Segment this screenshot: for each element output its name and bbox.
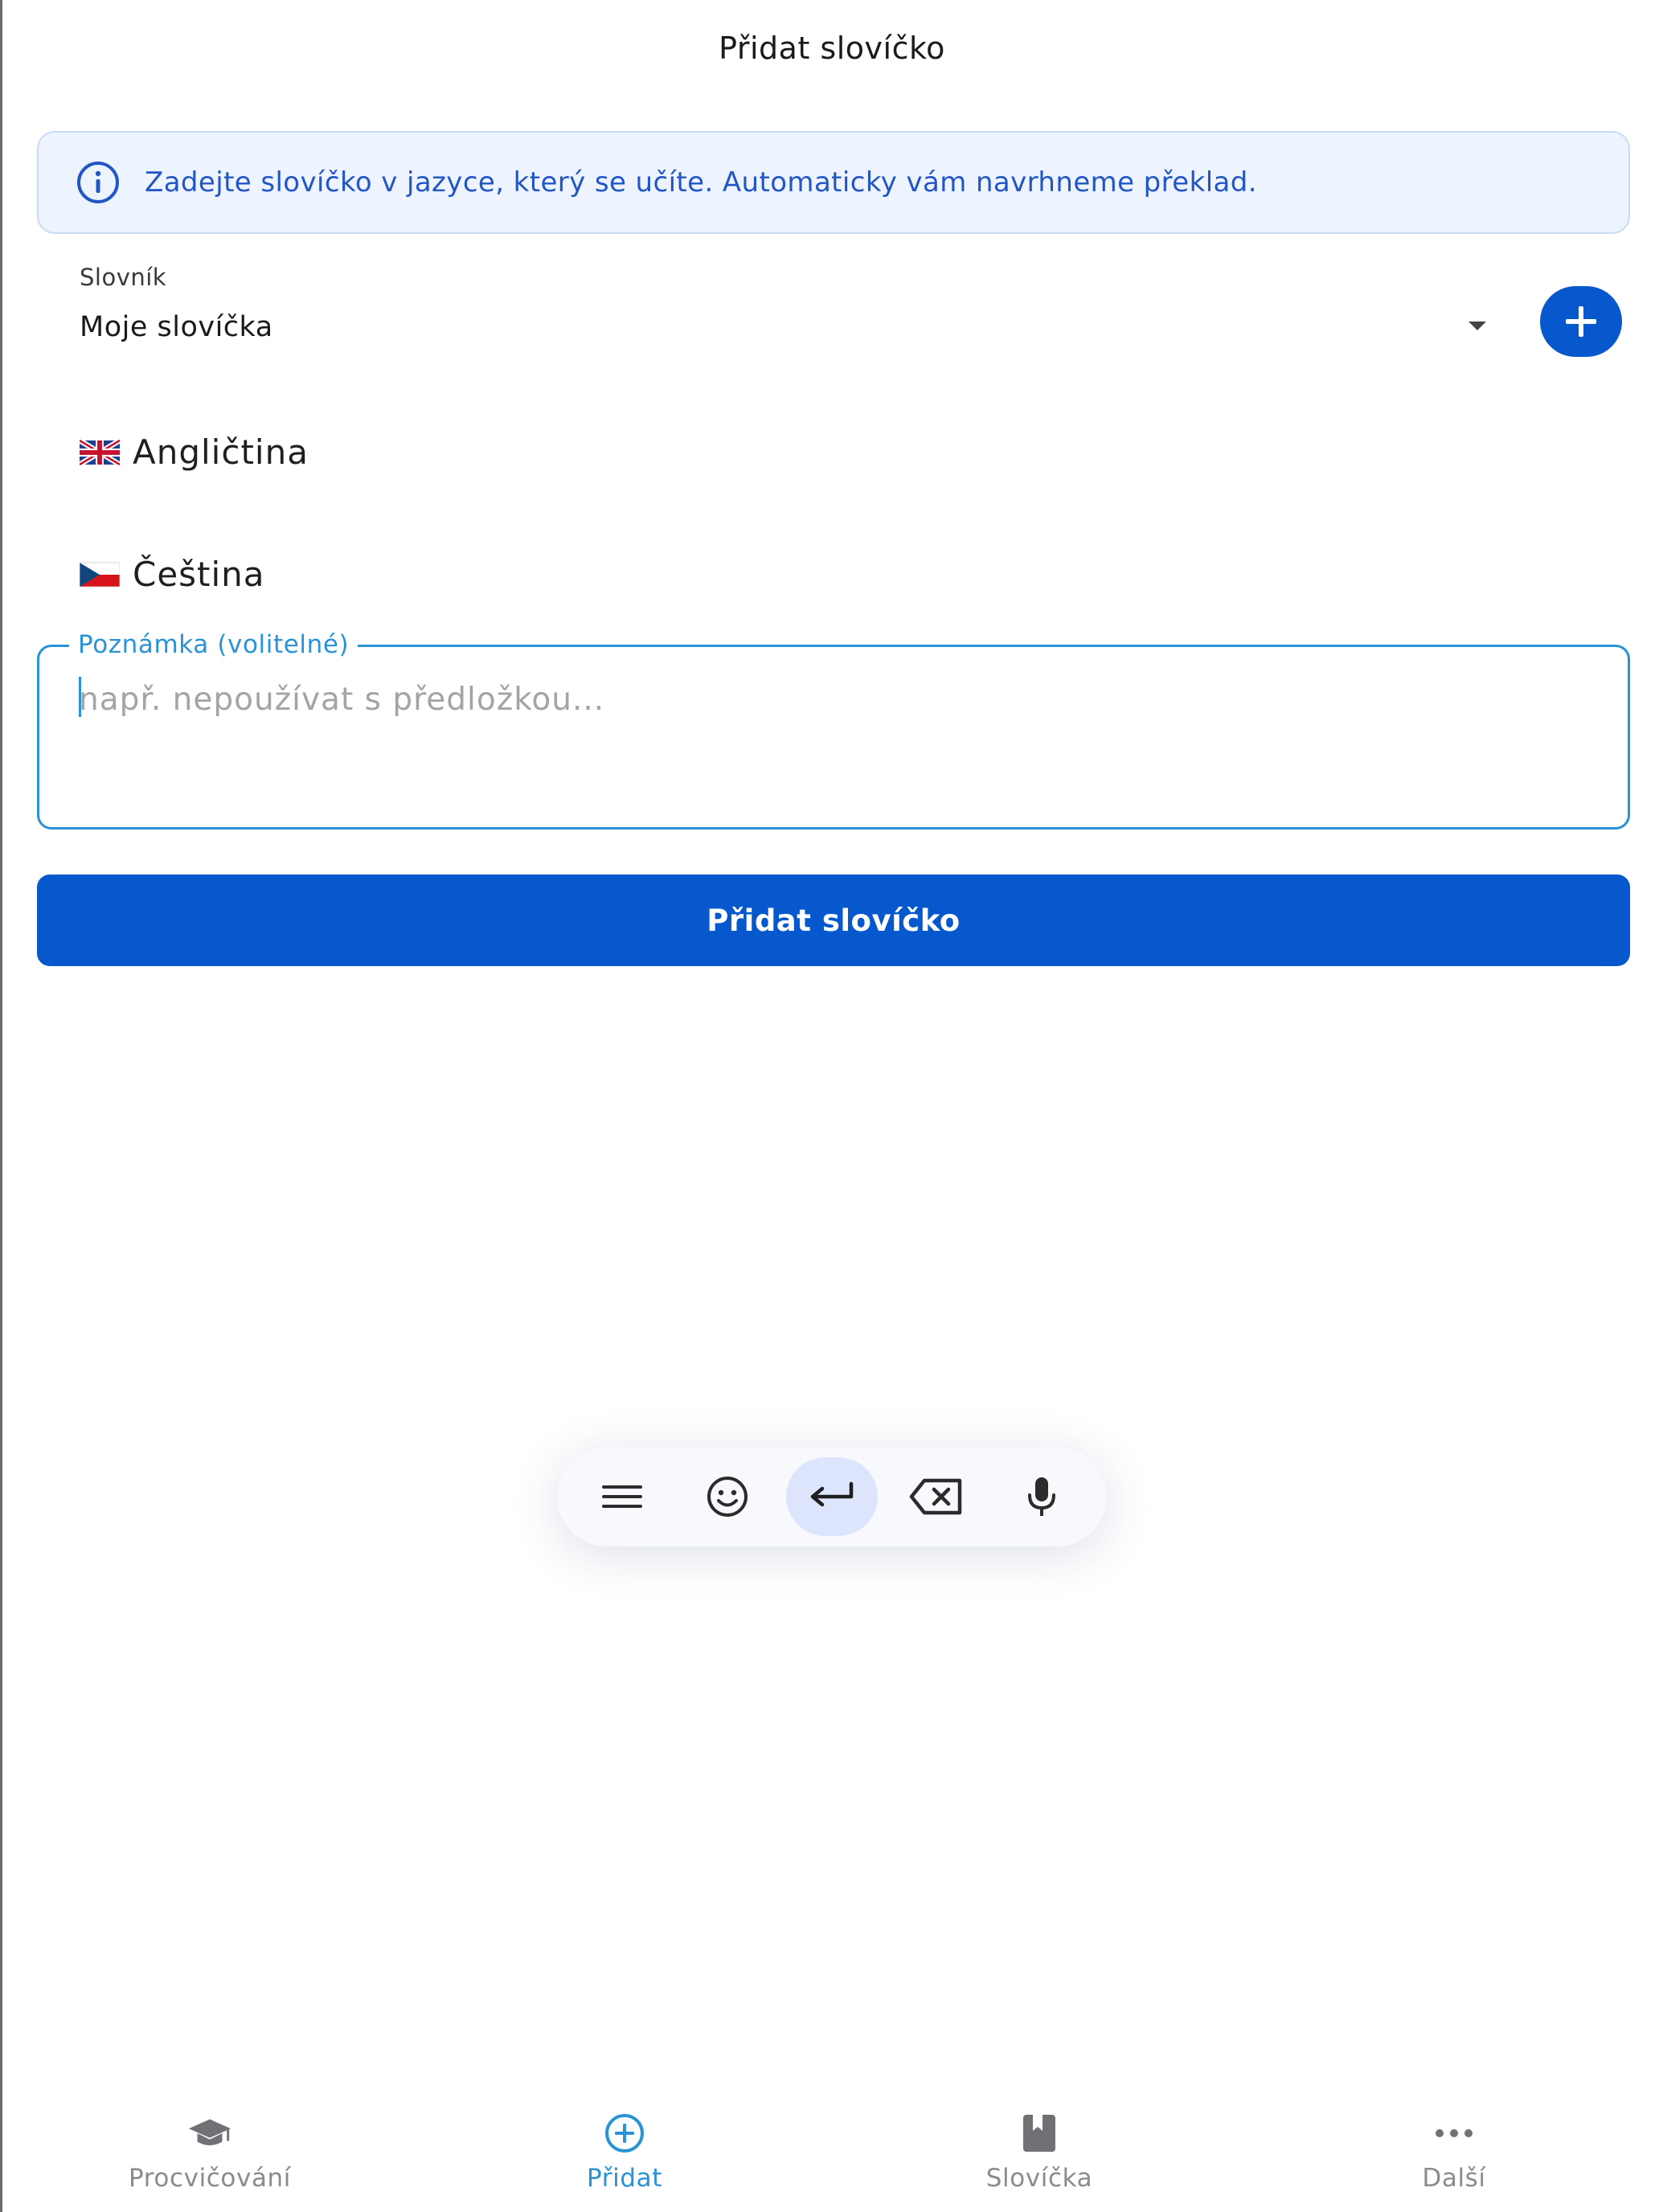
keyboard-backspace-button[interactable]	[891, 1457, 982, 1536]
page-title: Přidat slovíčko	[719, 31, 945, 66]
plus-circle-icon	[605, 2114, 644, 2153]
note-field-frame	[37, 645, 1630, 830]
note-field-label: Poznámka (volitelné)	[69, 630, 358, 659]
dropdown-caret-icon	[1469, 322, 1486, 330]
keyboard-toolbar	[557, 1447, 1107, 1546]
add-word-screen: Přidat slovíčko Zadejte slovíčko v jazyc…	[0, 0, 1659, 2212]
graduation-cap-icon	[188, 2119, 231, 2145]
info-icon	[77, 162, 119, 203]
menu-icon	[602, 1485, 643, 1508]
info-text: Zadejte slovíčko v jazyce, který se učít…	[145, 166, 1257, 199]
keyboard-emoji-button[interactable]	[682, 1457, 773, 1536]
nav-label-words: Slovíčka	[985, 2164, 1093, 2193]
bottom-navigation: Procvičování Přidat Slovíčka Další	[2, 2099, 1659, 2212]
dictionary-label: Slovník	[80, 264, 167, 291]
dictionary-select[interactable]: Moje slovíčka	[80, 307, 1486, 347]
keyboard-enter-button[interactable]	[785, 1457, 878, 1536]
enter-icon	[810, 1481, 854, 1507]
book-icon	[1023, 2115, 1055, 2152]
microphone-icon	[1027, 1477, 1055, 1516]
note-input[interactable]	[79, 675, 1606, 723]
emoji-icon	[707, 1477, 748, 1517]
source-language-field[interactable]: Angličtina	[80, 432, 309, 472]
source-language-label: Angličtina	[133, 432, 309, 472]
plus-icon	[1566, 306, 1596, 337]
add-word-button[interactable]: Přidat slovíčko	[37, 875, 1630, 966]
nav-label-more: Další	[1422, 2164, 1486, 2193]
nav-label-add: Přidat	[587, 2164, 662, 2193]
add-dictionary-button[interactable]	[1540, 286, 1622, 357]
more-icon	[1436, 2129, 1473, 2137]
nav-item-add[interactable]: Přidat	[417, 2099, 832, 2212]
keyboard-menu-button[interactable]	[576, 1457, 668, 1536]
nav-item-practice[interactable]: Procvičování	[2, 2099, 417, 2212]
nav-label-practice: Procvičování	[129, 2164, 291, 2193]
target-language-field[interactable]: Čeština	[80, 555, 265, 594]
keyboard-voice-button[interactable]	[996, 1457, 1088, 1536]
cz-flag-icon	[80, 562, 120, 587]
info-banner: Zadejte slovíčko v jazyce, který se učít…	[37, 131, 1630, 234]
dictionary-selected-value: Moje slovíčka	[80, 311, 273, 343]
gb-flag-icon	[80, 439, 120, 465]
text-cursor	[79, 677, 81, 717]
nav-item-words[interactable]: Slovíčka	[832, 2099, 1247, 2212]
nav-item-more[interactable]: Další	[1247, 2099, 1659, 2212]
target-language-label: Čeština	[133, 555, 265, 594]
backspace-icon	[910, 1478, 962, 1515]
